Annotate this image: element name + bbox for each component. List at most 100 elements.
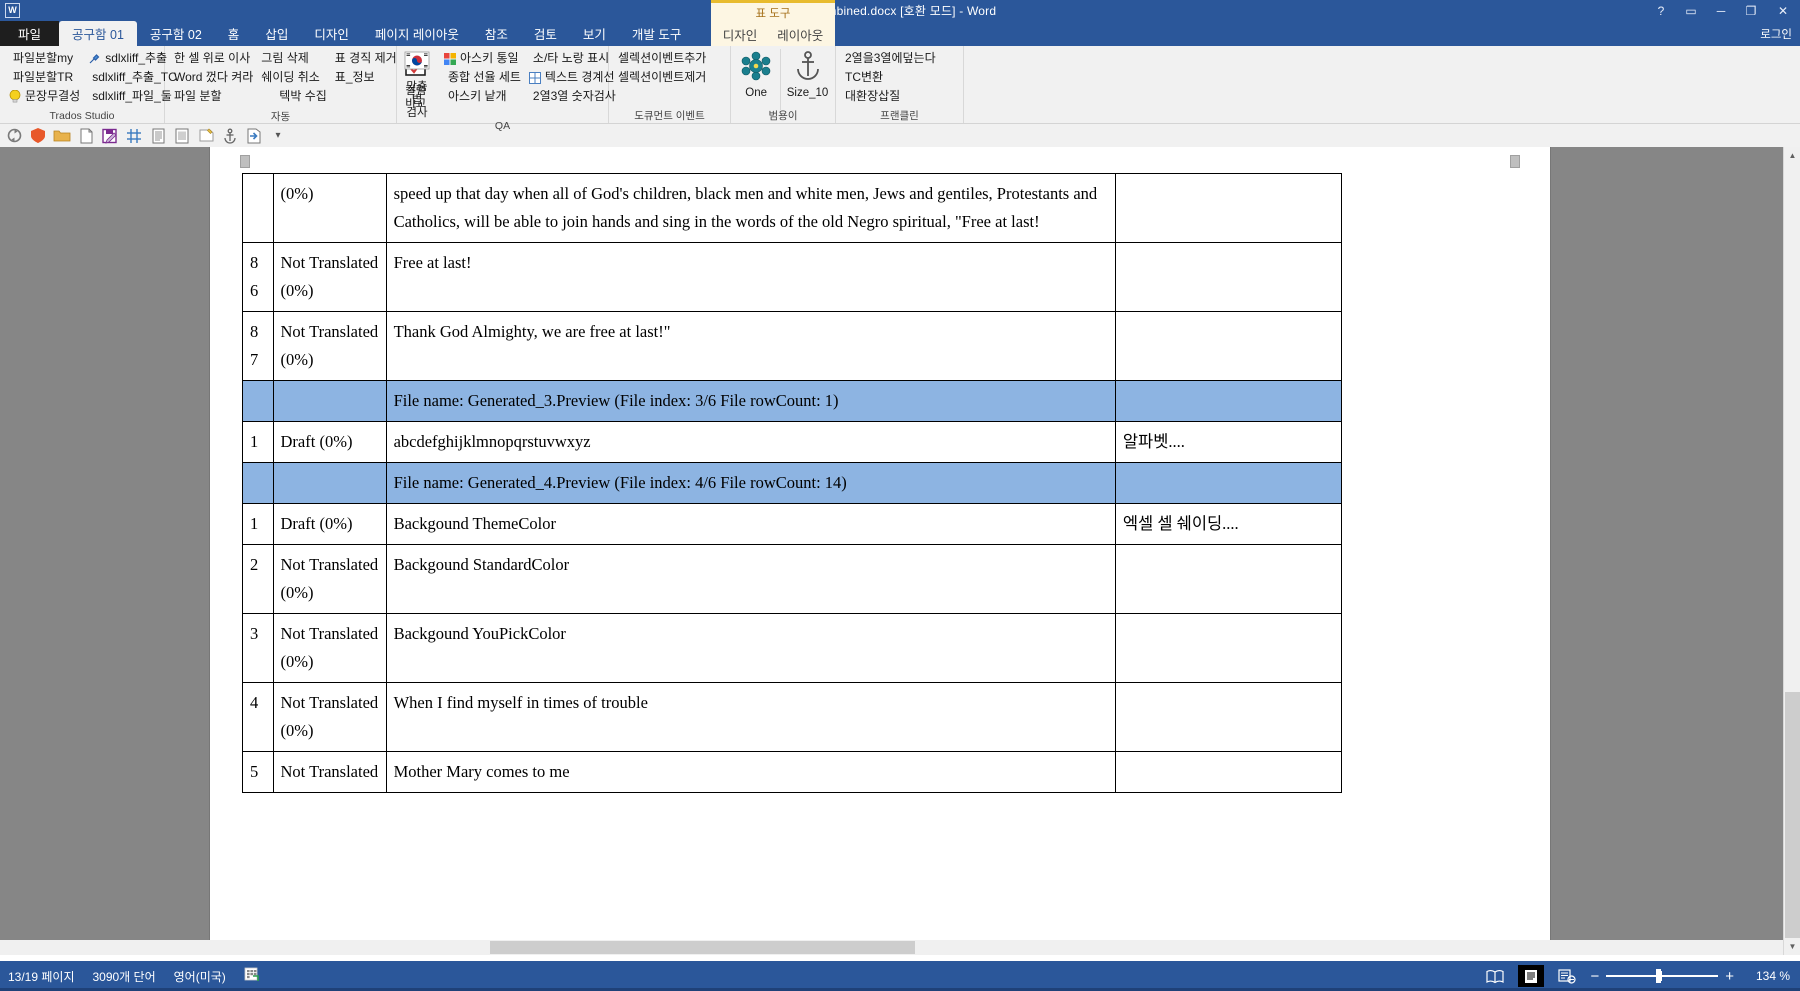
zoom-level[interactable]: 134 % [1744, 969, 1790, 983]
cell-target[interactable] [1114, 613, 1343, 683]
cell-target[interactable] [1114, 682, 1343, 752]
overflow-chevron-icon[interactable]: ▾ [267, 126, 289, 146]
ribbon-item-ascii-unify[interactable]: 아스키 통일 [440, 49, 525, 68]
cell-source[interactable]: Thank God Almighty, we are free at last!… [385, 311, 1116, 381]
ribbon-item-file-split-tr[interactable]: 파일분할TR [5, 68, 84, 87]
ribbon-item-comprehensive-set[interactable]: 종합 선율 세트 [440, 68, 525, 87]
zoom-track[interactable] [1606, 969, 1719, 983]
ribbon-item-overwrite-col2-to-col3[interactable]: 2열을3열에덮는다 [841, 49, 940, 68]
cell-source[interactable]: Backgound YouPickColor [385, 613, 1116, 683]
cell-source[interactable]: abcdefghijklmnopqrstuvwxyz [385, 421, 1116, 463]
print-layout-icon[interactable] [1518, 965, 1545, 987]
cell-source[interactable]: Free at last! [385, 242, 1116, 312]
tab-table-layout[interactable]: 레이아웃 [767, 23, 833, 48]
cell-target[interactable] [1114, 544, 1343, 614]
ribbon-item-restart-word[interactable]: Word 껐다 켜라 [170, 68, 257, 87]
table-row[interactable]: 1 Draft (0%) abcdefghijklmnopqrstuvwxyz … [242, 421, 1343, 463]
anchor-icon[interactable] [219, 126, 241, 146]
cell-source[interactable]: speed up that day when all of God's chil… [385, 173, 1116, 243]
help-button[interactable]: ? [1646, 0, 1676, 21]
restore-button[interactable]: ❐ [1736, 0, 1766, 21]
new-document-icon[interactable] [75, 126, 97, 146]
ribbon-item-file-split-my[interactable]: 파일분할my [5, 49, 84, 68]
table-row[interactable]: 86 Not Translated (0%) Free at last! [242, 242, 1343, 312]
lines-page-icon[interactable] [147, 126, 169, 146]
read-mode-icon[interactable] [1482, 965, 1508, 987]
cell-target[interactable] [1114, 751, 1343, 793]
tab-design[interactable]: 디자인 [301, 21, 362, 46]
tab-view[interactable]: 보기 [570, 21, 619, 46]
zoom-handle[interactable] [1656, 969, 1662, 983]
ribbon-item-undo-shading[interactable]: 쉐이딩 취소 [257, 68, 331, 87]
ribbon-display-options-button[interactable]: ▭ [1676, 0, 1706, 21]
scroll-down-icon[interactable]: ▼ [1784, 938, 1800, 955]
cell-target[interactable] [1114, 311, 1343, 381]
tab-file[interactable]: 파일 [0, 21, 60, 46]
table-row[interactable]: 5 Not Translated Mother Mary comes to me [242, 751, 1343, 793]
import-arrow-icon[interactable] [243, 126, 265, 146]
page-indicator[interactable]: 13/19 페이지 [8, 968, 74, 985]
save-edit-icon[interactable] [99, 126, 121, 146]
sign-in-link[interactable]: 로그인 [1760, 26, 1792, 42]
zoom-in-button[interactable]: + [1725, 968, 1734, 985]
open-folder-icon[interactable] [51, 126, 73, 146]
ribbon-item-highlight-yellow[interactable]: 소/타 노랑 표시 [525, 49, 620, 68]
table-row[interactable]: 87 Not Translated (0%) Thank God Almight… [242, 311, 1343, 381]
tab-toolbox-01[interactable]: 공구함 01 [59, 21, 137, 46]
ribbon-item-move-up-one-cell[interactable]: 한 셀 위로 이사 [170, 49, 257, 68]
ribbon-item-delete-picture[interactable]: 그림 삭제 [257, 49, 331, 68]
vertical-scroll-thumb[interactable] [1785, 692, 1800, 942]
cell-target[interactable] [1114, 242, 1343, 312]
table-row[interactable]: 2 Not Translated (0%) Backgound Standard… [242, 544, 1343, 614]
cell-source[interactable]: When I find myself in times of trouble [385, 682, 1116, 752]
vertical-scrollbar[interactable]: ▲ ▼ [1783, 147, 1800, 955]
ribbon-item-sentence-integrity[interactable]: 문장무결성 [5, 87, 84, 106]
zoom-slider[interactable]: − + [1590, 968, 1734, 985]
tab-references[interactable]: 참조 [472, 21, 521, 46]
ribbon-button-one[interactable]: One [736, 49, 776, 100]
close-button[interactable]: ✕ [1766, 0, 1800, 21]
cell-target[interactable]: 엑셀 셀 쉐이딩.... [1114, 503, 1343, 545]
tab-table-design[interactable]: 디자인 [713, 23, 768, 48]
ribbon-item-tc-convert[interactable]: TC변환 [841, 68, 940, 87]
horizontal-scrollbar[interactable] [0, 940, 1783, 955]
paragraph-page-icon[interactable] [171, 126, 193, 146]
file-banner-row[interactable]: File name: Generated_3.Preview (File ind… [242, 380, 1343, 422]
web-layout-icon[interactable] [1554, 965, 1580, 987]
shield-icon[interactable] [27, 126, 49, 146]
tab-page-layout[interactable]: 페이지 레이아웃 [362, 21, 472, 46]
ribbon-item-col23-number-check[interactable]: 2열3열 숫자검사 [525, 87, 620, 106]
table-row[interactable]: 4 Not Translated (0%) When I find myself… [242, 682, 1343, 752]
zoom-out-button[interactable]: − [1590, 968, 1599, 985]
table-grid-icon[interactable] [123, 126, 145, 146]
table-row[interactable]: 1 Draft (0%) Backgound ThemeColor 엑셀 셀 쉐… [242, 503, 1343, 545]
ribbon-item-ascii-single[interactable]: 아스키 낱개 [440, 87, 525, 106]
language-indicator[interactable]: 영어(미국) [174, 968, 226, 985]
note-icon[interactable] [195, 126, 217, 146]
cell-target[interactable]: 알파벳.... [1114, 421, 1343, 463]
refresh-icon[interactable] [3, 126, 25, 146]
file-banner-row[interactable]: File name: Generated_4.Preview (File ind… [242, 462, 1343, 504]
scroll-up-icon[interactable]: ▲ [1784, 147, 1800, 164]
ribbon-item-add-selection-event[interactable]: 셀렉션이벤트추가 [614, 49, 710, 68]
tab-home[interactable]: 홈 [215, 21, 253, 46]
tab-toolbox-02[interactable]: 공구함 02 [137, 21, 215, 46]
word-count[interactable]: 3090개 단어 [92, 968, 155, 985]
cell-target[interactable] [1114, 173, 1343, 243]
horizontal-scroll-thumb[interactable] [490, 941, 915, 954]
table-row[interactable]: 3 Not Translated (0%) Backgound YouPickC… [242, 613, 1343, 683]
ribbon-button-spell-check[interactable]: 맞춤법 검사 [402, 49, 432, 120]
tab-review[interactable]: 검토 [521, 21, 570, 46]
ribbon-item-split-file[interactable]: 파일 분할 [170, 87, 257, 106]
tab-insert[interactable]: 삽입 [252, 21, 301, 46]
minimize-button[interactable]: ─ [1706, 0, 1736, 21]
ribbon-item-remove-table-rigidity[interactable]: 표 경직 제거 [331, 49, 401, 68]
proofing-errors-icon[interactable] [244, 967, 260, 985]
ribbon-item-remove-selection-event[interactable]: 셀렉션이벤트제거 [614, 68, 710, 87]
ribbon-item-big-hassle[interactable]: 대환장삽질 [841, 87, 940, 106]
cell-source[interactable]: Mother Mary comes to me [385, 751, 1116, 793]
ribbon-item-collect-textbox[interactable]: 텍박 수집 [257, 87, 331, 106]
tab-developer[interactable]: 개발 도구 [619, 21, 694, 46]
cell-source[interactable]: Backgound StandardColor [385, 544, 1116, 614]
table-row[interactable]: (0%) speed up that day when all of God's… [242, 173, 1343, 243]
